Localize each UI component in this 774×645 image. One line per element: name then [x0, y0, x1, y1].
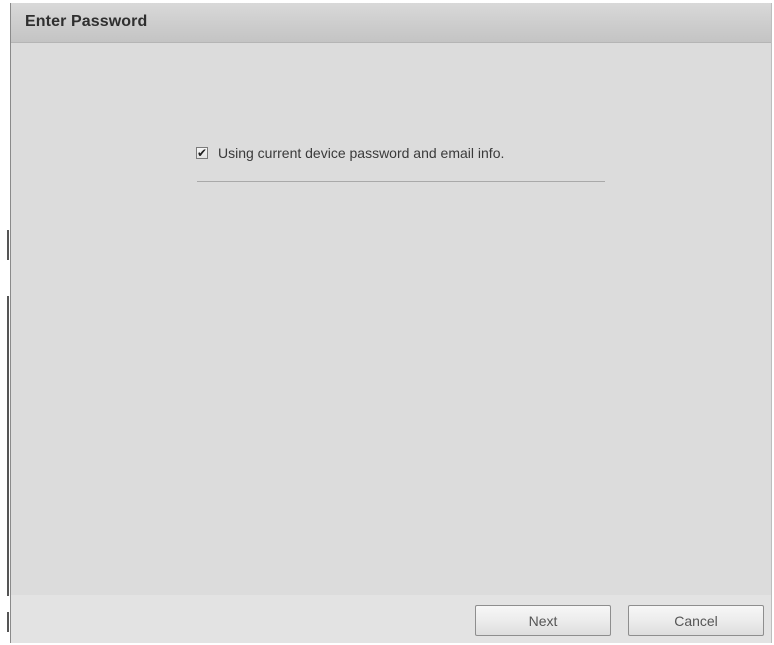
enter-password-dialog: Enter Password ✔ Using current device pa… — [10, 3, 772, 643]
dialog-title: Enter Password — [25, 13, 148, 30]
checkmark-icon: ✔ — [197, 146, 208, 160]
window-left-edge — [0, 0, 10, 645]
divider — [197, 181, 605, 182]
edge-tick — [7, 612, 9, 632]
dialog-content: ✔ Using current device password and emai… — [11, 43, 771, 595]
use-current-password-checkbox[interactable]: ✔ — [196, 146, 208, 160]
next-button[interactable]: Next — [475, 605, 611, 636]
edge-tick — [7, 296, 9, 596]
use-current-password-label[interactable]: Using current device password and email … — [218, 145, 504, 161]
dialog-title-bar: Enter Password — [11, 3, 771, 43]
edge-tick — [7, 230, 9, 260]
use-current-password-option[interactable]: ✔ Using current device password and emai… — [196, 144, 504, 162]
cancel-button[interactable]: Cancel — [628, 605, 764, 636]
dialog-footer: Next Cancel — [11, 595, 771, 643]
